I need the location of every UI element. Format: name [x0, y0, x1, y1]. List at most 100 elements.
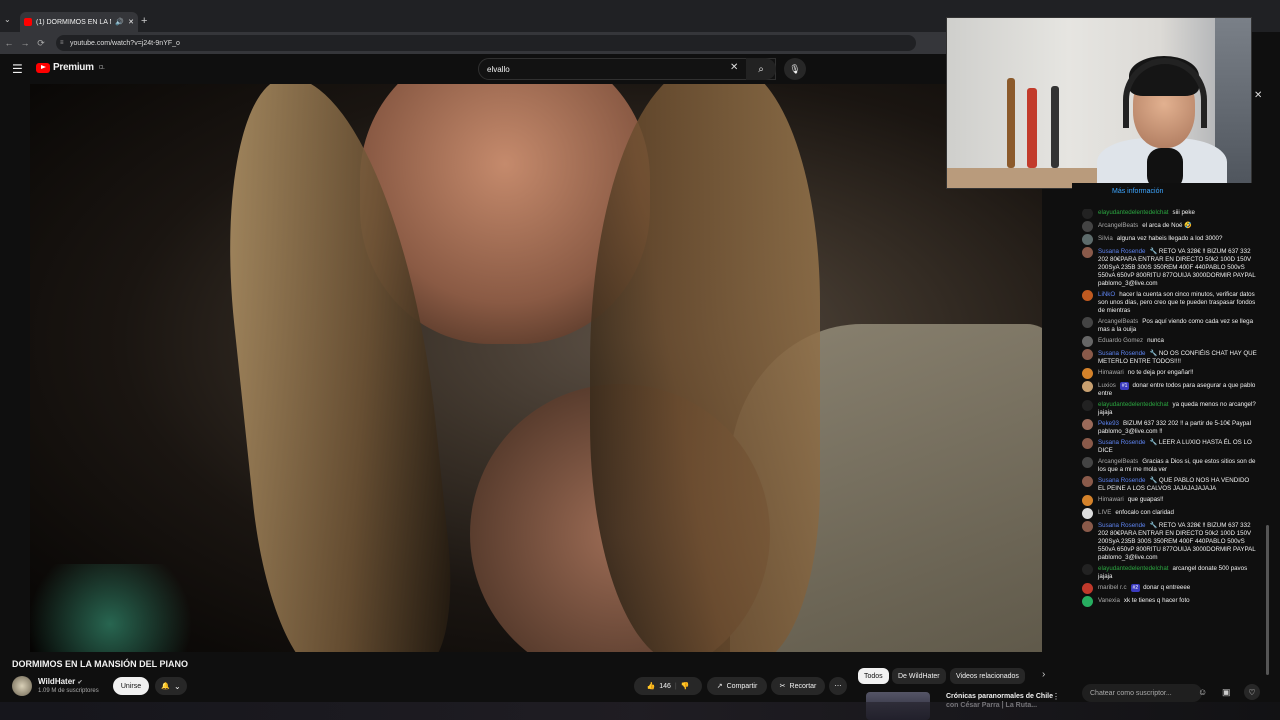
chat-message[interactable]: elayudantedelentedelchat ya queda menos n…	[1082, 400, 1258, 417]
chat-avatar[interactable]	[1082, 476, 1093, 487]
chat-avatar[interactable]	[1082, 400, 1093, 411]
chat-avatar[interactable]	[1082, 349, 1093, 360]
like-icon[interactable]: 👍	[647, 682, 656, 690]
site-info-icon[interactable]: ≡	[60, 40, 64, 46]
chat-author[interactable]: Himawari	[1098, 369, 1124, 376]
chat-author[interactable]: elayudantedelentedelchat	[1098, 401, 1169, 408]
gift-icon[interactable]: ▣	[1222, 687, 1231, 698]
recommended-more-icon[interactable]: ⋮	[1052, 692, 1060, 701]
chat-message[interactable]: Peke93 BIZUM 637 332 202 ‼ a partir de 5-…	[1082, 419, 1258, 436]
back-arrow-icon[interactable]: ←	[2, 38, 16, 48]
close-chat-icon[interactable]: ✕	[1254, 90, 1262, 101]
chat-author[interactable]: Susana Rosende	[1098, 248, 1145, 255]
chat-avatar[interactable]	[1082, 336, 1093, 347]
chat-avatar[interactable]	[1082, 596, 1093, 607]
chat-avatar[interactable]	[1082, 495, 1093, 506]
chat-author[interactable]: Vanexia	[1098, 597, 1120, 604]
clear-search-icon[interactable]: ✕	[730, 62, 738, 73]
search-button[interactable]: ⌕	[746, 58, 776, 80]
chat-message[interactable]: ArcangelBeats el arca de Noé 🤣	[1082, 221, 1258, 232]
reload-icon[interactable]: ⟳	[34, 38, 48, 49]
chat-avatar[interactable]	[1082, 290, 1093, 301]
chat-author[interactable]: ArcangelBeats	[1098, 222, 1138, 229]
chat-author[interactable]: Eduardo Gomez	[1098, 337, 1143, 344]
chat-avatar[interactable]	[1082, 508, 1093, 519]
chat-author[interactable]: Himawari	[1098, 496, 1124, 503]
chip-next-icon[interactable]: ›	[1042, 669, 1045, 680]
chat-message[interactable]: LiNkO hacer la cuenta son cinco minutos, …	[1082, 290, 1258, 315]
chat-message[interactable]: Susana Rosende 🔧 RETO VA 328€ ‼ BIZUM 637…	[1082, 521, 1258, 562]
chat-author[interactable]: Susana Rosende	[1098, 439, 1145, 446]
more-info-link[interactable]: Más información	[1112, 188, 1163, 195]
browser-tab[interactable]: (1) DORMIMOS EN LA MA... 🔊 ✕	[20, 12, 138, 32]
url-field[interactable]: ≡ youtube.com/watch?v=j24t-9nYF_o	[56, 35, 916, 51]
chat-avatar[interactable]	[1082, 583, 1093, 594]
more-actions-button[interactable]: ⋯	[829, 677, 847, 695]
chat-author[interactable]: maribel r.c	[1098, 584, 1127, 591]
chat-message[interactable]: Luxios #1 donar entre todos para asegurar …	[1082, 381, 1258, 398]
chip-from-channel[interactable]: De WildHater	[892, 668, 946, 684]
chat-author[interactable]: ArcangelBeats	[1098, 458, 1138, 465]
channel-name[interactable]: WildHater ✔	[38, 677, 83, 686]
channel-avatar[interactable]	[12, 676, 32, 696]
video-player[interactable]	[30, 84, 1042, 652]
chat-message[interactable]: Himawari no te deja por engañar!!	[1082, 368, 1258, 379]
tab-close-icon[interactable]: ✕	[128, 18, 134, 26]
share-button[interactable]: ↗ Compartir	[707, 677, 767, 695]
chat-author[interactable]: elayudantedelentedelchat	[1098, 209, 1169, 216]
chat-message[interactable]: Susana Rosende 🔧 QUE PABLO NOS HA VENDIDO…	[1082, 476, 1258, 493]
chat-avatar[interactable]	[1082, 419, 1093, 430]
chat-author[interactable]: LIVE	[1098, 509, 1111, 516]
chat-input[interactable]: Chatear como suscriptor...	[1082, 684, 1202, 702]
chat-author[interactable]: Susana Rosende	[1098, 477, 1145, 484]
chat-author[interactable]: LiNkO	[1098, 291, 1115, 298]
emoji-icon[interactable]: ☺	[1198, 687, 1207, 697]
chat-author[interactable]: Luxios	[1098, 382, 1116, 389]
chat-avatar[interactable]	[1082, 368, 1093, 379]
chat-message[interactable]: Himawari que guapas!!	[1082, 495, 1258, 506]
chat-message[interactable]: Silvia alguna vez habeis llegado a lod 30…	[1082, 234, 1258, 245]
new-tab-button[interactable]: +	[141, 15, 147, 27]
chat-message[interactable]: ArcangelBeats Pos aquí viendo como cada v…	[1082, 317, 1258, 334]
chat-author[interactable]: Silvia	[1098, 235, 1113, 242]
chat-message[interactable]: elayudantedelentedelchat arcangel donate …	[1082, 564, 1258, 581]
chat-avatar[interactable]	[1082, 221, 1093, 232]
tab-search-button[interactable]: ⌄	[4, 15, 11, 24]
youtube-premium-logo[interactable]: Premium CL	[36, 62, 105, 73]
chat-author[interactable]: Peke93	[1098, 420, 1119, 427]
chat-avatar[interactable]	[1082, 247, 1093, 258]
chat-author[interactable]: ArcangelBeats	[1098, 318, 1138, 325]
forward-arrow-icon[interactable]: →	[18, 38, 32, 48]
heart-reaction-button[interactable]: ♡	[1244, 684, 1260, 700]
join-button[interactable]: Unirse	[113, 677, 149, 695]
chat-avatar[interactable]	[1082, 317, 1093, 328]
like-dislike-group[interactable]: 👍 146 | 👎	[634, 677, 702, 695]
hamburger-menu-icon[interactable]: ☰	[12, 62, 23, 76]
clip-button[interactable]: ✂ Recortar	[771, 677, 825, 695]
notifications-button[interactable]: 🔔 ⌄	[155, 677, 187, 695]
chat-message[interactable]: LIVE enfocalo con claridad	[1082, 508, 1258, 519]
chat-avatar[interactable]	[1082, 564, 1093, 575]
chat-scrollbar[interactable]	[1266, 525, 1269, 675]
chat-message[interactable]: Susana Rosende 🔧 RETO VA 328€ ‼ BIZUM 637…	[1082, 247, 1258, 288]
chat-avatar[interactable]	[1082, 209, 1093, 219]
chat-author[interactable]: Susana Rosende	[1098, 522, 1145, 529]
chat-avatar[interactable]	[1082, 457, 1093, 468]
chat-author[interactable]: Susana Rosende	[1098, 350, 1145, 357]
chat-avatar[interactable]	[1082, 234, 1093, 245]
chat-avatar[interactable]	[1082, 381, 1093, 392]
chat-avatar[interactable]	[1082, 521, 1093, 532]
chat-avatar[interactable]	[1082, 438, 1093, 449]
chip-all[interactable]: Todos	[858, 668, 889, 684]
chat-message[interactable]: elayudantedelentedelchat siii peke	[1082, 209, 1258, 219]
chat-message[interactable]: Susana Rosende 🔧 NO OS CONFIÉIS CHAT HAY …	[1082, 349, 1258, 366]
chat-message[interactable]: ArcangelBeats Gracias a Dios si, que esto…	[1082, 457, 1258, 474]
tab-audio-icon[interactable]: 🔊	[115, 18, 124, 26]
chat-message[interactable]: maribel r.c #2 donar q entreeee	[1082, 583, 1258, 594]
chat-message[interactable]: Susana Rosende 🔧 LEER A LUXIO HASTA ÉL OS…	[1082, 438, 1258, 455]
chip-related[interactable]: Videos relacionados	[950, 668, 1025, 684]
voice-search-button[interactable]: 🎙	[784, 58, 806, 80]
chat-author[interactable]: elayudantedelentedelchat	[1098, 565, 1169, 572]
dislike-icon[interactable]: 👎	[681, 682, 690, 690]
chat-message[interactable]: Eduardo Gomez nunca	[1082, 336, 1258, 347]
